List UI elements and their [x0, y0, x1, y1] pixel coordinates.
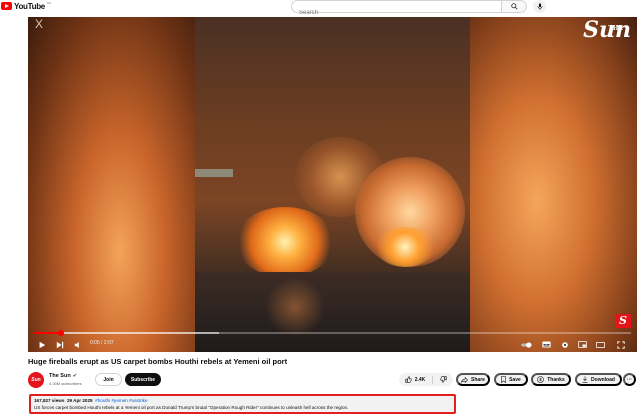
thanks-label: Thanks: [547, 376, 565, 383]
download-label: Download: [591, 376, 615, 383]
thanks-button[interactable]: $ Thanks: [531, 373, 571, 386]
fullscreen-button[interactable]: [615, 339, 626, 350]
light-strip: [195, 169, 233, 177]
water-reflection: [265, 277, 325, 337]
theater-icon: [596, 341, 605, 348]
youtube-wordmark: YouTube: [14, 1, 45, 11]
verified-icon: ✔: [72, 373, 77, 379]
description-text: US forces carpet bombed Houthi rebels at…: [34, 405, 349, 410]
fireball: [235, 207, 335, 277]
next-icon: [56, 341, 63, 348]
youtube-logo[interactable]: YouTube CC: [1, 0, 51, 12]
youtube-play-icon: [1, 2, 12, 10]
more-icon: ···: [627, 376, 632, 383]
download-button[interactable]: Download: [575, 373, 622, 386]
join-button[interactable]: Join: [95, 373, 122, 386]
video-title: Huge fireballs erupt as US carpet bombs …: [28, 357, 288, 366]
like-dislike-group: 2.4K: [399, 373, 453, 386]
miniplayer-button[interactable]: [577, 339, 588, 350]
channel-name[interactable]: The Sun ✔: [49, 373, 77, 379]
share-button[interactable]: Share: [456, 373, 490, 386]
channel-name-text[interactable]: The Sun: [49, 373, 71, 379]
dislike-button[interactable]: [436, 373, 451, 386]
volume-icon: [74, 341, 79, 348]
autoplay-toggle[interactable]: [521, 339, 532, 350]
subtitles-icon: [542, 341, 551, 348]
share-icon: [461, 376, 469, 383]
subscribe-button[interactable]: Subscribe: [125, 373, 161, 386]
watermark-sun: Sun: [583, 17, 631, 43]
view-count: 167,827 views: [34, 398, 65, 403]
miniplayer-icon: [578, 341, 587, 348]
thumbs-down-icon: [440, 376, 447, 383]
channel-avatar[interactable]: Sun: [28, 372, 44, 388]
like-button[interactable]: 2.4K: [401, 373, 430, 386]
like-divider: [432, 375, 434, 384]
video-blur-right: [470, 17, 637, 352]
description-meta: 167,827 views 29 Apr 2025 #houthi #yemen…: [34, 398, 451, 403]
top-bar: YouTube CC: [0, 0, 640, 19]
player-controls: 0:05 / 2:07: [28, 337, 637, 352]
overlay-x-mark: X: [35, 17, 44, 31]
theater-mode-button[interactable]: [595, 339, 606, 350]
sun-watermark: THE Sun: [559, 17, 631, 43]
subtitles-button[interactable]: [541, 339, 552, 350]
time-display: 0:05 / 2:07: [90, 340, 114, 346]
next-button[interactable]: [54, 339, 65, 350]
search-icon: [510, 3, 518, 10]
progress-scrubber[interactable]: [57, 330, 64, 336]
search-button[interactable]: [501, 0, 527, 13]
download-icon: [582, 376, 588, 383]
voice-search-button[interactable]: [533, 0, 546, 13]
progress-bar[interactable]: [34, 330, 631, 336]
settings-button[interactable]: [559, 339, 570, 350]
fireball: [375, 227, 435, 267]
channel-badge[interactable]: S: [615, 314, 631, 328]
save-label: Save: [509, 376, 521, 383]
microphone-icon: [537, 3, 542, 10]
video-frame: [195, 17, 470, 352]
play-button[interactable]: [36, 339, 47, 350]
search-box[interactable]: [291, 0, 501, 19]
share-label: Share: [471, 376, 485, 383]
video-blur-left: [28, 17, 195, 352]
gear-icon: [561, 341, 568, 348]
fullscreen-icon: [616, 340, 625, 349]
description-box[interactable]: 167,827 views 29 Apr 2025 #houthi #yemen…: [29, 394, 456, 414]
watermark-the: THE: [608, 25, 623, 32]
progress-played: [34, 332, 61, 334]
super-thanks-icon: $: [537, 376, 545, 383]
autoplay-toggle-icon: [521, 341, 532, 348]
play-icon: [39, 341, 45, 348]
more-actions-button[interactable]: ···: [623, 373, 636, 386]
upload-date: 29 Apr 2025: [66, 398, 93, 403]
country-code: CC: [46, 1, 52, 5]
bookmark-icon: [501, 376, 507, 383]
subscriber-count: 4.33M subscribers: [49, 381, 82, 386]
hashtags[interactable]: #houthi #yemen #usstrike: [95, 398, 147, 403]
save-button[interactable]: Save: [494, 373, 528, 386]
svg-text:$: $: [540, 377, 543, 382]
like-count: 2.4K: [414, 376, 426, 383]
thumbs-up-icon: [405, 376, 412, 383]
volume-button[interactable]: [72, 339, 83, 350]
video-player[interactable]: X THE Sun S 0:05 / 2:07: [28, 17, 637, 352]
